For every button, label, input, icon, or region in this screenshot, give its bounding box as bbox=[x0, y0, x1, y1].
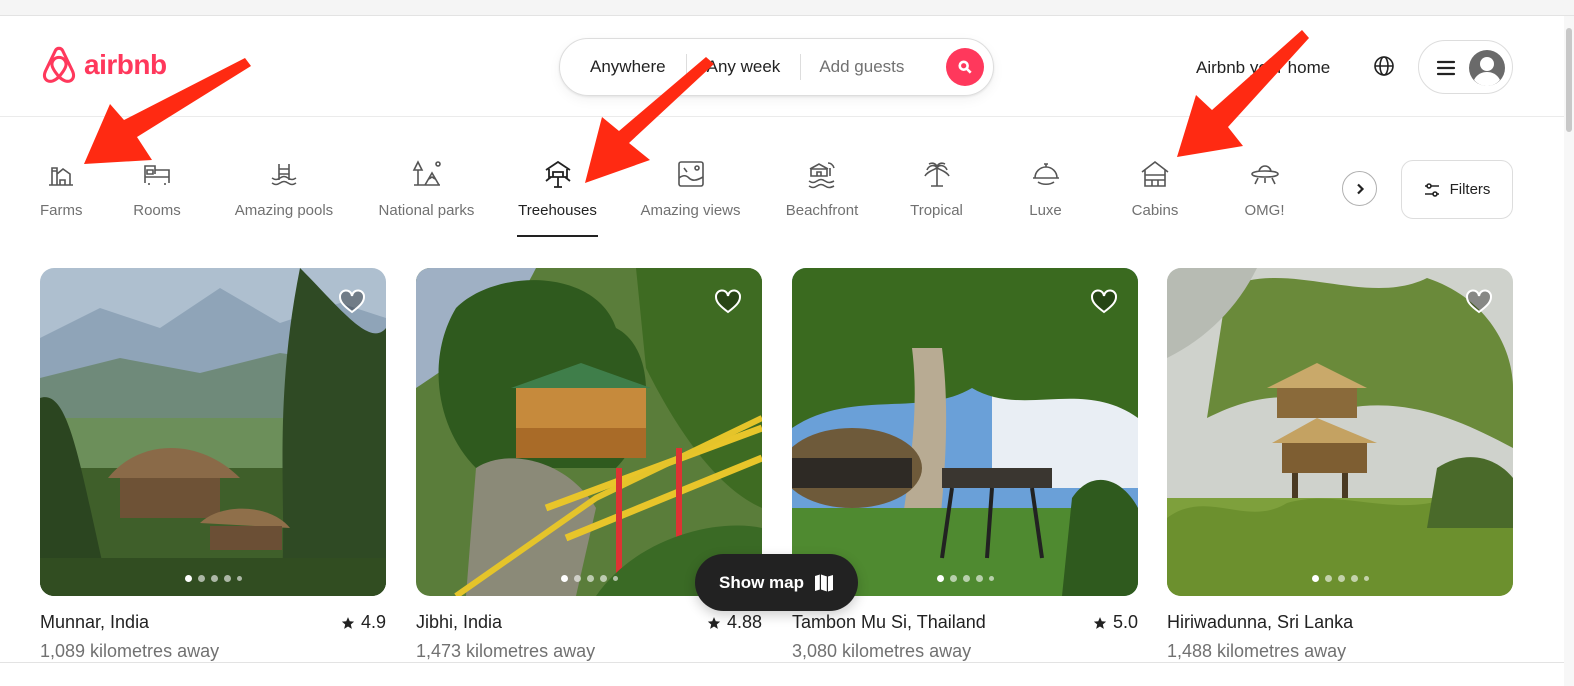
category-bar: Farms Rooms Amazing pools National parks… bbox=[0, 118, 1564, 248]
category-label: Amazing pools bbox=[234, 202, 334, 219]
category-luxe[interactable]: Luxe bbox=[1028, 158, 1063, 238]
listing-photo[interactable] bbox=[792, 268, 1138, 596]
search-where[interactable]: Anywhere bbox=[560, 57, 686, 77]
category-omg[interactable]: OMG! bbox=[1244, 158, 1285, 238]
page-bottom-divider bbox=[0, 662, 1564, 663]
bed-icon bbox=[144, 165, 170, 185]
listing-image bbox=[1167, 268, 1513, 596]
show-map-button[interactable]: Show map bbox=[695, 554, 858, 611]
beach-icon bbox=[808, 162, 835, 189]
category-national-parks[interactable]: National parks bbox=[376, 158, 477, 238]
category-rooms[interactable]: Rooms bbox=[133, 158, 181, 238]
listing-image bbox=[40, 268, 386, 596]
site-header: airbnb Anywhere Any week Add guests Airb… bbox=[0, 16, 1564, 117]
listing-photo[interactable] bbox=[1167, 268, 1513, 596]
airbnb-logo-icon bbox=[42, 46, 76, 83]
chevron-right-icon bbox=[1356, 183, 1364, 194]
listing-location: Hiriwadunna, Sri Lanka bbox=[1167, 612, 1354, 632]
profile-menu-button[interactable] bbox=[1418, 40, 1513, 94]
listing-rating: 4.9 bbox=[341, 612, 386, 633]
ufo-icon bbox=[1250, 165, 1279, 185]
star-icon bbox=[1093, 616, 1107, 629]
category-cabins[interactable]: Cabins bbox=[1131, 158, 1179, 238]
category-farms[interactable]: Farms bbox=[40, 158, 83, 238]
category-beachfront[interactable]: Beachfront bbox=[782, 158, 862, 238]
category-amazing-pools[interactable]: Amazing pools bbox=[232, 158, 336, 238]
page-scrollbar[interactable] bbox=[1564, 16, 1574, 686]
category-amazing-views[interactable]: Amazing views bbox=[638, 158, 743, 238]
map-icon bbox=[815, 574, 833, 592]
palm-icon bbox=[923, 162, 950, 187]
category-label: Beachfront bbox=[785, 202, 859, 219]
listing-photo[interactable] bbox=[40, 268, 386, 596]
listing-rating-value: 5.0 bbox=[1112, 612, 1138, 632]
listing-rating: 5.0 bbox=[1093, 612, 1138, 633]
logo-text: airbnb bbox=[84, 49, 167, 80]
category-tropical[interactable]: Tropical bbox=[908, 158, 965, 238]
show-map-label: Show map bbox=[718, 572, 804, 592]
listing-distance: 1,473 kilometres away bbox=[416, 641, 596, 661]
category-label: Amazing views bbox=[640, 202, 741, 219]
listing-location: Jibhi, India bbox=[416, 612, 503, 632]
listing-location: Munnar, India bbox=[40, 612, 150, 632]
search-icon bbox=[958, 60, 972, 74]
heart-icon[interactable] bbox=[338, 288, 366, 316]
category-label: Luxe bbox=[1029, 202, 1062, 219]
listing-distance: 1,089 kilometres away bbox=[40, 641, 220, 661]
star-icon bbox=[707, 616, 721, 629]
scrollbar-thumb[interactable] bbox=[1566, 28, 1572, 132]
browser-top-strip bbox=[0, 0, 1574, 16]
airbnb-logo[interactable]: airbnb bbox=[40, 45, 167, 85]
category-label: Treehouses bbox=[518, 202, 597, 219]
category-treehouses[interactable]: Treehouses bbox=[517, 158, 598, 238]
host-link[interactable]: Airbnb your home bbox=[1196, 58, 1330, 78]
category-label: Tropical bbox=[910, 202, 963, 219]
star-icon bbox=[341, 616, 355, 629]
cloche-icon bbox=[1032, 163, 1059, 186]
category-label: Farms bbox=[40, 202, 83, 219]
listing-rating-value: 4.9 bbox=[360, 612, 386, 632]
search-guests[interactable]: Add guests bbox=[801, 57, 904, 77]
category-label: Rooms bbox=[133, 202, 181, 219]
farm-icon bbox=[49, 167, 73, 186]
category-label: National parks bbox=[378, 202, 475, 219]
categories-next-button[interactable] bbox=[1342, 171, 1377, 206]
filters-label: Filters bbox=[1449, 181, 1491, 198]
hamburger-menu-icon bbox=[1436, 60, 1456, 76]
listing-card[interactable]: Munnar, India 4.9 1,089 kilometres away bbox=[40, 268, 386, 662]
listing-image bbox=[792, 268, 1138, 596]
view-icon bbox=[677, 161, 704, 187]
search-bar[interactable]: Anywhere Any week Add guests bbox=[559, 38, 994, 96]
sliders-icon bbox=[1424, 182, 1439, 197]
search-when[interactable]: Any week bbox=[687, 57, 801, 77]
treehouse-icon bbox=[544, 160, 571, 188]
listing-location: Tambon Mu Si, Thailand bbox=[792, 612, 986, 632]
national-park-icon bbox=[412, 160, 441, 186]
category-label: Cabins bbox=[1131, 202, 1179, 219]
heart-icon[interactable] bbox=[1465, 288, 1493, 316]
carousel-dots bbox=[1167, 575, 1513, 582]
user-avatar-icon bbox=[1469, 50, 1505, 86]
active-category-underline bbox=[517, 235, 598, 237]
cabin-icon bbox=[1141, 160, 1169, 187]
heart-icon[interactable] bbox=[1090, 288, 1118, 316]
category-label: OMG! bbox=[1244, 202, 1285, 219]
filters-button[interactable]: Filters bbox=[1401, 160, 1513, 219]
globe-icon[interactable] bbox=[1372, 54, 1396, 78]
listing-image bbox=[416, 268, 762, 596]
listing-photo[interactable] bbox=[416, 268, 762, 596]
heart-icon[interactable] bbox=[714, 288, 742, 316]
listing-distance: 3,080 kilometres away bbox=[792, 641, 972, 661]
search-button[interactable] bbox=[946, 48, 984, 86]
listing-card[interactable]: Hiriwadunna, Sri Lanka 1,488 kilometres … bbox=[1167, 268, 1513, 662]
listing-distance: 1,488 kilometres away bbox=[1167, 641, 1347, 661]
carousel-dots bbox=[40, 575, 386, 582]
listing-rating: 4.88 bbox=[707, 612, 762, 633]
listing-rating-value: 4.88 bbox=[726, 612, 762, 632]
pool-icon bbox=[271, 164, 297, 186]
